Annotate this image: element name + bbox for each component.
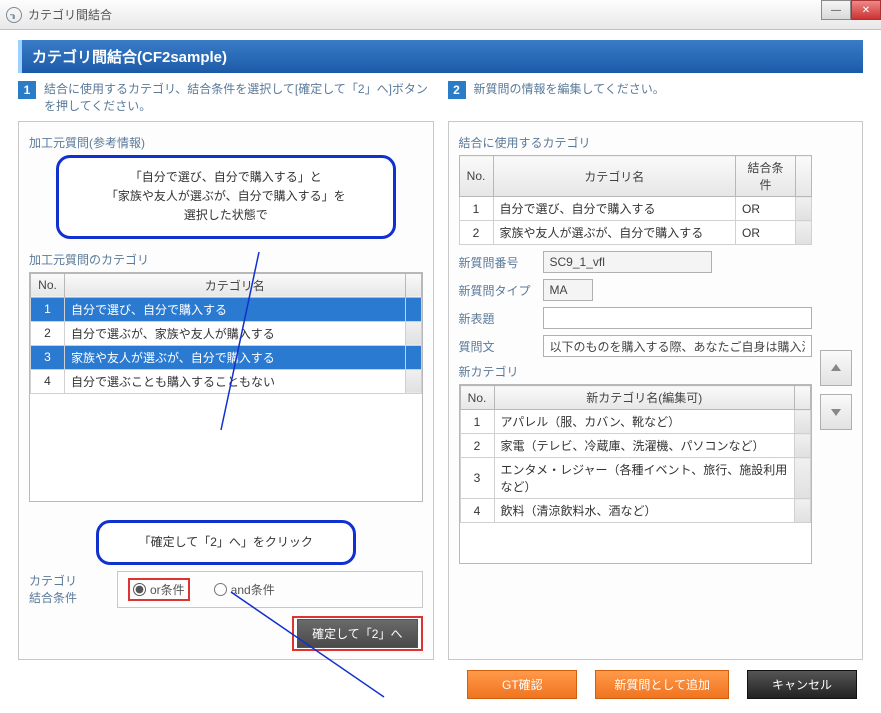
category-row[interactable]: 2自分で選ぶが、家族や友人が購入する (31, 321, 422, 345)
scrollbar-head (796, 156, 812, 197)
footer-buttons: GT確認 新質問として追加 キャンセル (18, 670, 863, 699)
right-panel: 結合に使用するカテゴリ No. カテゴリ名 結合条件 1自分で選び、自分で購入す… (448, 121, 864, 660)
annotation-bubble-2: 「確定して「2」へ」をクリック (96, 520, 356, 565)
category-row[interactable]: 4自分で選ぶことも購入することもない (31, 369, 422, 393)
newcat-col-name: 新カテゴリ名(編集可) (494, 386, 795, 410)
col-name: カテゴリ名 (65, 273, 406, 297)
annotation-bubble-1: 「自分で選び、自分で購入する」と 「家族や友人が選ぶが、自分で購入する」を 選択… (56, 155, 396, 239)
qtext-field[interactable] (543, 335, 813, 357)
minimize-button[interactable]: — (821, 0, 851, 20)
window-title: カテゴリ間結合 (28, 6, 112, 23)
confirm-button[interactable]: 確定して「2」へ (297, 619, 417, 648)
newcat-label: 新カテゴリ (459, 363, 813, 380)
scrollbar-head (795, 386, 811, 410)
condition-radio-group: or条件 and条件 (117, 571, 423, 608)
source-category-label: 加工元質問のカテゴリ (29, 251, 423, 268)
use-category-table: No. カテゴリ名 結合条件 1自分で選び、自分で購入するOR2家族や友人が選ぶ… (459, 155, 813, 245)
left-panel: 加工元質問(参考情報) 「自分で選び、自分で購入する」と 「家族や友人が選ぶが、… (18, 121, 434, 660)
row-no: 4 (31, 369, 65, 393)
use-row[interactable]: 1自分で選び、自分で購入するOR (459, 197, 812, 221)
use-row[interactable]: 2家族や友人が選ぶが、自分で購入するOR (459, 221, 812, 245)
use-col-name: カテゴリ名 (493, 156, 736, 197)
category-row[interactable]: 3家族や友人が選ぶが、自分で購入する (31, 345, 422, 369)
qtype-label: 新質問タイプ (459, 282, 533, 299)
step1-header: 1 結合に使用するカテゴリ、結合条件を選択して[確定して「2」へ]ボタンを押して… (18, 81, 434, 115)
radio-and[interactable]: and条件 (214, 578, 275, 601)
scrollbar-head (405, 273, 421, 297)
or-highlight: or条件 (128, 578, 190, 601)
newcat-table: No. 新カテゴリ名(編集可) 1アパレル（服、カバン、靴など）2家電（テレビ、… (460, 385, 812, 523)
category-row[interactable]: 1自分で選び、自分で購入する (31, 297, 422, 321)
step2-text: 新質問の情報を編集してください。 (474, 81, 665, 98)
step2-badge: 2 (448, 81, 466, 99)
step1-badge: 1 (18, 81, 36, 99)
qtext-label: 質問文 (459, 338, 533, 355)
source-question-label: 加工元質問(参考情報) (29, 134, 423, 151)
gt-confirm-button[interactable]: GT確認 (467, 670, 577, 699)
close-button[interactable]: ✕ (851, 0, 881, 20)
qnum-label: 新質問番号 (459, 254, 533, 271)
row-name: 自分で選ぶが、家族や友人が購入する (65, 321, 406, 345)
category-table: No. カテゴリ名 1自分で選び、自分で購入する2自分で選ぶが、家族や友人が購入… (30, 273, 422, 394)
radio-or[interactable]: or条件 (133, 581, 185, 598)
condition-label: カテゴリ 結合条件 (29, 572, 103, 606)
page-title: カテゴリ間結合(CF2sample) (18, 40, 863, 73)
use-col-cond: 結合条件 (736, 156, 796, 197)
reorder-buttons (820, 130, 852, 651)
titlebar: カテゴリ間結合 — ✕ (0, 0, 881, 30)
step1-text: 結合に使用するカテゴリ、結合条件を選択して[確定して「2」へ]ボタンを押してくだ… (44, 81, 434, 115)
newcat-row[interactable]: 3エンタメ・レジャー（各種イベント、旅行、施設利用など） (460, 458, 811, 499)
newcat-row[interactable]: 4飲料（清涼飲料水、酒など） (460, 499, 811, 523)
qnum-field[interactable] (543, 251, 712, 273)
confirm-highlight: 確定して「2」へ (292, 616, 422, 651)
app-icon (6, 7, 22, 23)
row-name: 自分で選ぶことも購入することもない (65, 369, 406, 393)
row-name: 自分で選び、自分で購入する (65, 297, 406, 321)
qtitle-field[interactable] (543, 307, 813, 329)
annotation-bubble-1-text: 「自分で選び、自分で購入する」と 「家族や友人が選ぶが、自分で購入する」を 選択… (106, 170, 346, 222)
move-down-button[interactable] (820, 394, 852, 430)
row-no: 2 (31, 321, 65, 345)
use-category-label: 結合に使用するカテゴリ (459, 134, 813, 151)
category-list[interactable]: No. カテゴリ名 1自分で選び、自分で購入する2自分で選ぶが、家族や友人が購入… (29, 272, 423, 502)
newcat-row[interactable]: 2家電（テレビ、冷蔵庫、洗濯機、パソコンなど） (460, 434, 811, 458)
window-buttons: — ✕ (821, 0, 881, 20)
add-question-button[interactable]: 新質問として追加 (595, 670, 729, 699)
cancel-button[interactable]: キャンセル (747, 670, 857, 699)
move-up-button[interactable] (820, 350, 852, 386)
col-no: No. (31, 273, 65, 297)
qtype-field: MA (543, 279, 593, 301)
newcat-row[interactable]: 1アパレル（服、カバン、靴など） (460, 410, 811, 434)
newcat-list[interactable]: No. 新カテゴリ名(編集可) 1アパレル（服、カバン、靴など）2家電（テレビ、… (459, 384, 813, 564)
qtitle-label: 新表題 (459, 310, 533, 327)
condition-row: カテゴリ 結合条件 or条件 and条件 (29, 571, 423, 608)
row-no: 1 (31, 297, 65, 321)
annotation-bubble-2-text: 「確定して「2」へ」をクリック (139, 535, 313, 549)
row-no: 3 (31, 345, 65, 369)
row-name: 家族や友人が選ぶが、自分で購入する (65, 345, 406, 369)
step2-header: 2 新質問の情報を編集してください。 (448, 81, 864, 115)
newcat-col-no: No. (460, 386, 494, 410)
use-col-no: No. (459, 156, 493, 197)
